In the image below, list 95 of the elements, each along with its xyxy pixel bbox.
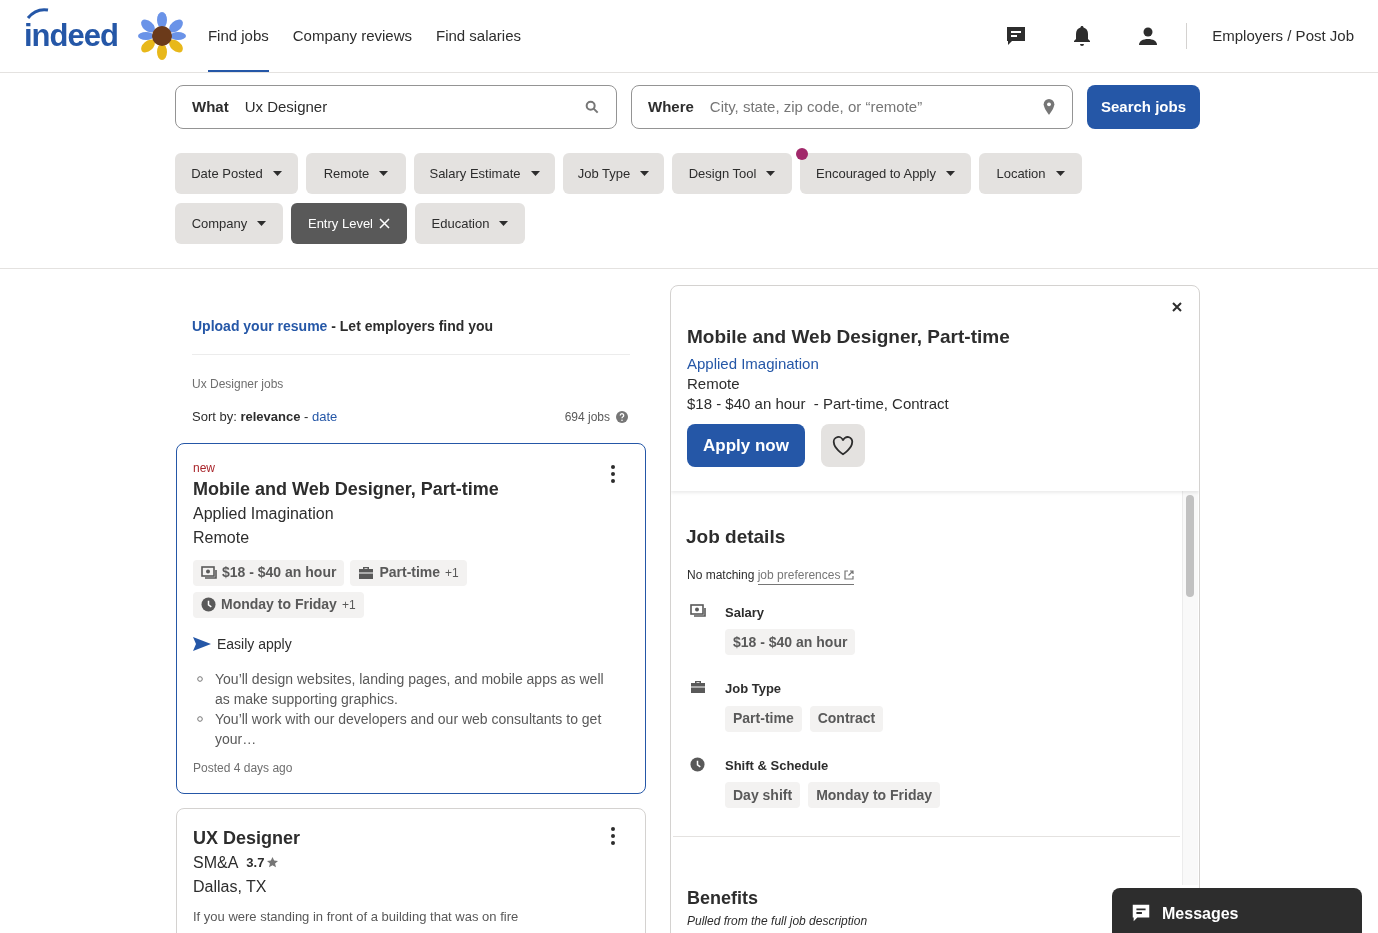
snippet-text: If you were standing in front of a building that was on fire — [193, 908, 519, 925]
bullet-icon — [197, 675, 203, 682]
caret-icon — [1055, 171, 1065, 176]
briefcase-icon — [690, 680, 706, 694]
money-icon — [690, 603, 706, 618]
caret-icon — [640, 171, 650, 176]
help-icon[interactable] — [616, 410, 628, 423]
nav-tab[interactable]: Find jobs — [207, 0, 269, 72]
easily-apply-label: Easily apply — [217, 634, 292, 654]
filter-chip[interactable]: Encouraged to Apply — [800, 153, 971, 194]
job-card[interactable] — [176, 442, 646, 794]
more-options-icon[interactable] — [611, 464, 615, 483]
detail-label: Shift & Schedule — [725, 756, 830, 775]
filter-chip[interactable]: Location — [979, 153, 1082, 194]
heart-icon — [831, 435, 854, 456]
caret-icon — [946, 171, 955, 176]
employers-link[interactable]: Employers / Post Job — [1212, 24, 1354, 48]
section-heading: Job details — [685, 525, 787, 549]
search-icon — [584, 99, 600, 115]
detail-tag: Contract — [809, 705, 884, 732]
detail-tag: Day shift — [725, 782, 801, 808]
caret-icon — [379, 171, 389, 176]
benefits-subtitle: Pulled from the full job description — [687, 913, 868, 930]
job-location: Remote — [687, 374, 741, 394]
field-label: What — [192, 96, 229, 117]
job-tag: $18 - $40 an hour — [193, 559, 345, 586]
upload-resume-link[interactable]: Upload your resume — [192, 318, 328, 334]
resume-prompt: Upload your resume - Let employers find you — [192, 316, 630, 355]
job-title[interactable]: UX Designer — [193, 824, 629, 851]
snippet-text: You’ll work with our developers and our web consultants to get your… — [215, 709, 603, 749]
star-icon — [267, 857, 279, 868]
nav-tab[interactable]: Find salaries — [436, 0, 522, 72]
bullet-icon — [197, 715, 203, 722]
where-field[interactable]: Where City, state, zip code, or “remote” — [631, 85, 1073, 129]
filter-chip[interactable]: Remote — [306, 153, 406, 194]
apply-now-button[interactable]: Apply now — [687, 424, 805, 467]
field-label: Where — [648, 96, 694, 117]
what-input[interactable]: Ux Designer — [244, 95, 584, 119]
filter-chip[interactable]: Date Posted — [175, 153, 298, 194]
job-location: Remote — [193, 527, 251, 548]
what-field[interactable]: What Ux Designer — [175, 85, 617, 129]
preferences-text: No matching job preferences — [671, 565, 1182, 585]
section-heading: Benefits — [686, 887, 759, 910]
job-title: Mobile and Web Designer, Part-time — [687, 325, 1011, 349]
messages-widget[interactable]: Messages — [1112, 888, 1362, 933]
detail-tag: Monday to Friday — [808, 782, 941, 808]
caret-icon — [257, 221, 267, 226]
nav-tab[interactable]: Company reviews — [292, 0, 412, 72]
scrollbar-track[interactable] — [1182, 491, 1198, 885]
caret-icon — [530, 171, 540, 176]
detail-label: Salary — [725, 603, 766, 622]
sunflower-icon — [137, 12, 186, 60]
detail-tag: Part-time — [725, 705, 802, 732]
caret-icon — [272, 171, 282, 176]
filter-chip[interactable]: Education — [415, 203, 525, 244]
filter-chip[interactable]: Job Type — [563, 153, 664, 194]
company-rating: 3.7 — [246, 853, 265, 872]
close-icon[interactable] — [1172, 302, 1182, 312]
job-tag: Part-time +1 — [350, 559, 467, 586]
briefcase-icon — [358, 565, 375, 580]
more-options-icon[interactable] — [611, 826, 615, 845]
filter-chip[interactable]: Entry Level — [291, 203, 407, 244]
detail-tag: $18 - $40 an hour — [725, 629, 856, 655]
search-jobs-button[interactable]: Search jobs — [1087, 85, 1200, 129]
sort-text: Sort by: relevance - date — [192, 408, 338, 426]
caret-icon — [766, 171, 776, 176]
money-icon — [201, 565, 217, 580]
company-name: SM&A — [193, 852, 239, 873]
location-pin-icon — [1042, 99, 1056, 115]
job-count: 694 jobs — [564, 408, 610, 426]
clock-icon — [201, 597, 216, 612]
company-name: Applied Imagination — [193, 503, 334, 524]
save-job-button[interactable] — [820, 424, 865, 467]
filter-chip[interactable]: Company — [175, 203, 283, 244]
caret-icon — [499, 221, 509, 226]
external-link-icon — [844, 569, 855, 580]
job-title[interactable]: Mobile and Web Designer, Part-time — [193, 475, 629, 502]
where-input[interactable]: City, state, zip code, or “remote” — [709, 95, 1042, 119]
posted-date: Posted 4 days ago — [193, 759, 294, 777]
job-card[interactable]: UX Designer SM&A 3.7 Dallas, TX If you were standing in front of a building that was on fire — [176, 807, 646, 933]
job-preferences-link[interactable]: job preferences — [757, 565, 855, 585]
scrollbar-thumb[interactable] — [1186, 495, 1194, 597]
clock-icon — [690, 756, 705, 772]
detail-label: Job Type — [725, 680, 783, 698]
filter-chip[interactable]: Salary Estimate — [414, 153, 555, 194]
results-heading: Ux Designer jobs — [192, 376, 285, 393]
sort-by-date-link[interactable]: date — [312, 409, 338, 424]
snippet-text: You’ll design websites, landing pages, and mobile apps as well as make supporting graphics. — [215, 669, 605, 709]
send-arrow-icon — [193, 637, 211, 651]
company-link[interactable]: Applied Imagination — [687, 354, 1183, 374]
job-location: Dallas, TX — [193, 876, 268, 897]
pay-and-type: $18 - $40 an hour - Part-time, Contract — [687, 394, 950, 414]
filter-chip[interactable]: Design Tool — [672, 153, 792, 194]
new-label: new — [193, 459, 215, 476]
job-tag: Monday to Friday +1 — [193, 591, 364, 618]
